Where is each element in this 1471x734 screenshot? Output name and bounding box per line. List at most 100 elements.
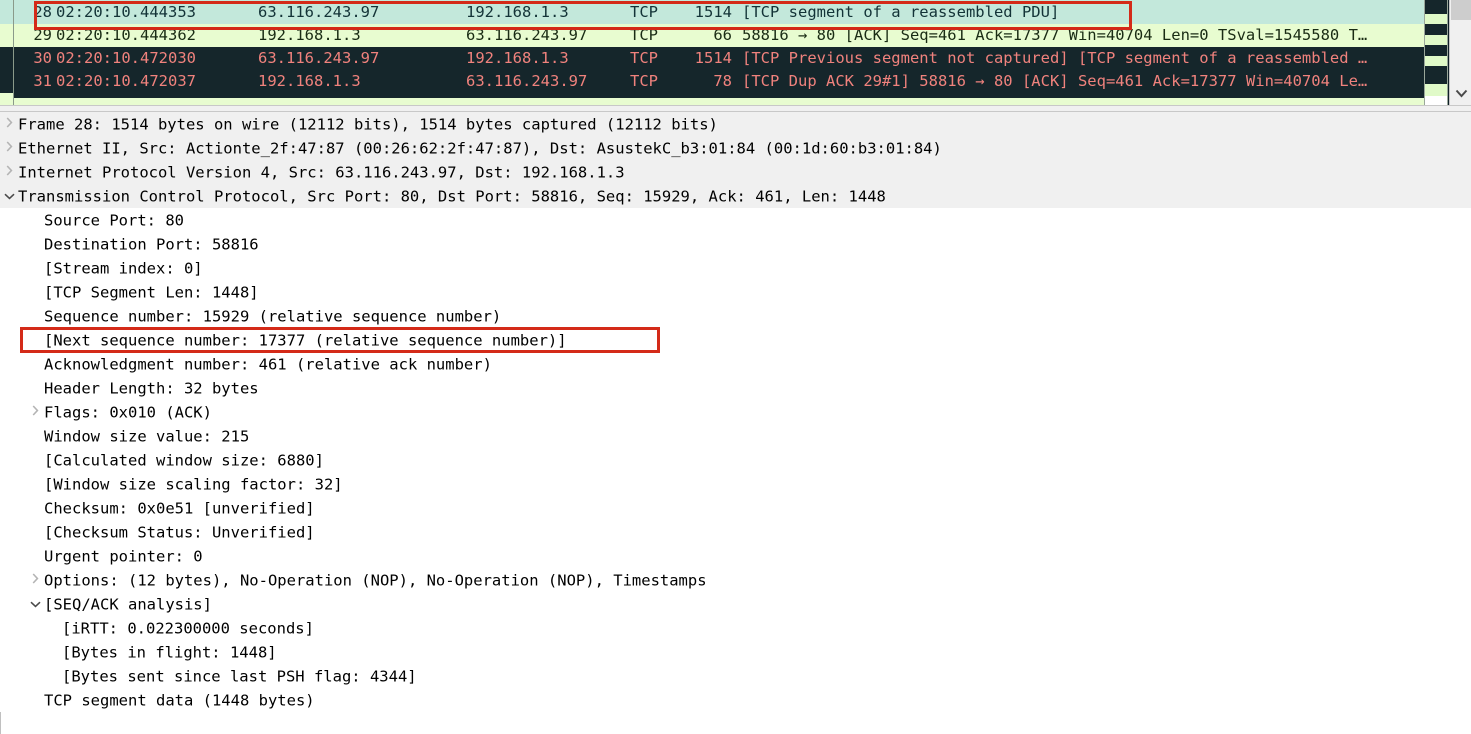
packet-details-tree[interactable]: Frame 28: 1514 bytes on wire (12112 bits…	[0, 112, 1471, 712]
packet-source: 63.116.243.97	[258, 49, 380, 67]
minimap-segment	[1425, 24, 1447, 35]
chevron-right-icon[interactable]	[26, 569, 44, 593]
scrollbar-thumb[interactable]	[1451, 0, 1471, 20]
detail-row-label: Sequence number: 15929 (relative sequenc…	[44, 307, 502, 326]
packet-time: 02:20:10.444353	[56, 3, 196, 21]
detail-tree-row[interactable]: Frame 28: 1514 bytes on wire (12112 bits…	[0, 112, 1471, 136]
packet-protocol: TCP	[630, 26, 658, 44]
detail-tree-row[interactable]: [iRTT: 0.022300000 seconds]	[0, 616, 1471, 640]
detail-row-label: Urgent pointer: 0	[44, 547, 203, 566]
detail-row-label: [Window size scaling factor: 32]	[44, 475, 343, 494]
wireshark-window: 28 02:20:10.444353 63.116.243.97 192.168.1.…	[0, 0, 1471, 734]
detail-tree-row[interactable]: [Window size scaling factor: 32]	[0, 472, 1471, 496]
detail-row-label: Checksum: 0x0e51 [unverified]	[44, 499, 315, 518]
packet-source: 192.168.1.3	[258, 72, 361, 90]
intelligent-scrollbar-minimap[interactable]	[1424, 0, 1448, 105]
detail-tree-row[interactable]: Destination Port: 58816	[0, 232, 1471, 256]
detail-row-label: Options: (12 bytes), No-Operation (NOP),…	[44, 571, 707, 590]
chevron-right-icon[interactable]	[0, 113, 18, 137]
detail-row-label: Window size value: 215	[44, 427, 250, 446]
detail-row-label: Transmission Control Protocol, Src Port:…	[18, 187, 886, 206]
packet-list-gridline	[13, 0, 14, 105]
packet-length: 1514	[694, 3, 732, 21]
detail-row-label: [Calculated window size: 6880]	[44, 451, 324, 470]
detail-row-label: Ethernet II, Src: Actionte_2f:47:87 (00:…	[18, 139, 942, 158]
detail-row-label: Frame 28: 1514 bytes on wire (12112 bits…	[18, 115, 718, 134]
detail-row-label: Source Port: 80	[44, 211, 184, 230]
packet-destination: 192.168.1.3	[466, 3, 569, 21]
pane-divider[interactable]	[0, 105, 1471, 112]
detail-row-label: [SEQ/ACK analysis]	[44, 595, 212, 614]
detail-tree-row[interactable]: Urgent pointer: 0	[0, 544, 1471, 568]
detail-tree-row[interactable]: Ethernet II, Src: Actionte_2f:47:87 (00:…	[0, 136, 1471, 160]
packet-list-rows[interactable]: 28 02:20:10.444353 63.116.243.97 192.168.1.…	[0, 0, 1424, 107]
detail-row-label: [Bytes sent since last PSH flag: 4344]	[62, 667, 417, 686]
packet-info: 58816 → 80 [ACK] Seq=461 Ack=17377 Win=4…	[742, 26, 1368, 44]
detail-tree-row[interactable]: [SEQ/ACK analysis]	[0, 592, 1471, 616]
detail-row-label: Flags: 0x010 (ACK)	[44, 403, 212, 422]
detail-row-label: [Next sequence number: 17377 (relative s…	[44, 331, 567, 350]
packet-protocol: TCP	[630, 3, 658, 21]
detail-tree-row[interactable]: [Bytes in flight: 1448]	[0, 640, 1471, 664]
detail-row-label: [Checksum Status: Unverified]	[44, 523, 315, 542]
packet-list-vertical-scrollbar[interactable]	[1449, 0, 1471, 105]
detail-tree-row[interactable]: Options: (12 bytes), No-Operation (NOP),…	[0, 568, 1471, 592]
packet-list-row[interactable]: 28 02:20:10.444353 63.116.243.97 192.168.1.…	[0, 0, 1424, 24]
packet-destination: 63.116.243.97	[466, 72, 588, 90]
detail-row-label: Header Length: 32 bytes	[44, 379, 259, 398]
chevron-down-icon[interactable]	[26, 593, 44, 617]
detail-tree-row[interactable]: Checksum: 0x0e51 [unverified]	[0, 496, 1471, 520]
detail-tree-row[interactable]: Sequence number: 15929 (relative sequenc…	[0, 304, 1471, 328]
packet-length: 78	[713, 72, 732, 90]
detail-tree-row[interactable]: [Stream index: 0]	[0, 256, 1471, 280]
chevron-right-icon[interactable]	[26, 401, 44, 425]
detail-tree-row[interactable]: [Next sequence number: 17377 (relative s…	[0, 328, 1471, 352]
detail-row-label: Destination Port: 58816	[44, 235, 259, 254]
detail-row-label: [TCP Segment Len: 1448]	[44, 283, 259, 302]
detail-tree-row[interactable]: Acknowledgment number: 461 (relative ack…	[0, 352, 1471, 376]
detail-tree-row[interactable]: [Bytes sent since last PSH flag: 4344]	[0, 664, 1471, 688]
minimap-segment	[1425, 14, 1447, 24]
packet-protocol: TCP	[630, 49, 658, 67]
packet-info: [TCP segment of a reassembled PDU]	[742, 3, 1060, 21]
packet-length: 1514	[694, 49, 732, 67]
detail-tree-row[interactable]: [Checksum Status: Unverified]	[0, 520, 1471, 544]
detail-tree-row[interactable]: [Calculated window size: 6880]	[0, 448, 1471, 472]
minimap-segment	[1425, 35, 1447, 45]
chevron-right-icon[interactable]	[0, 137, 18, 161]
minimap-segment	[1425, 66, 1447, 84]
packet-list-left-margin	[0, 0, 13, 105]
packet-time: 02:20:10.472030	[56, 49, 196, 67]
packet-list-row[interactable]: 30 02:20:10.472030 63.116.243.97 192.168.1.…	[0, 47, 1424, 70]
packet-time: 02:20:10.444362	[56, 26, 196, 44]
chevron-down-icon[interactable]	[0, 185, 18, 209]
detail-tree-row[interactable]: Source Port: 80	[0, 208, 1471, 232]
detail-tree-row[interactable]: Transmission Control Protocol, Src Port:…	[0, 184, 1471, 208]
minimap-segment	[1425, 84, 1447, 96]
packet-list-row[interactable]: 31 02:20:10.472037 192.168.1.3 63.116.243.9…	[0, 70, 1424, 93]
detail-tree-row[interactable]: TCP segment data (1448 bytes)	[0, 688, 1471, 712]
detail-tree-row[interactable]: [TCP Segment Len: 1448]	[0, 280, 1471, 304]
packet-destination: 63.116.243.97	[466, 26, 588, 44]
packet-length: 66	[713, 26, 732, 44]
detail-row-label: [Stream index: 0]	[44, 259, 203, 278]
packet-details-pane[interactable]: Frame 28: 1514 bytes on wire (12112 bits…	[0, 112, 1471, 734]
detail-row-label: Internet Protocol Version 4, Src: 63.116…	[18, 163, 625, 182]
chevron-down-icon[interactable]	[1450, 83, 1471, 103]
detail-tree-row[interactable]: Header Length: 32 bytes	[0, 376, 1471, 400]
detail-row-label: [iRTT: 0.022300000 seconds]	[62, 619, 314, 638]
minimap-segment	[1425, 56, 1447, 66]
packet-destination: 192.168.1.3	[466, 49, 569, 67]
packet-source: 192.168.1.3	[258, 26, 361, 44]
detail-row-label: TCP segment data (1448 bytes)	[44, 691, 315, 710]
packet-list-row[interactable]: 29 02:20:10.444362 192.168.1.3 63.116.243.9…	[0, 24, 1424, 47]
minimap-segment	[1425, 45, 1447, 56]
packet-info: [TCP Dup ACK 29#1] 58816 → 80 [ACK] Seq=…	[742, 72, 1368, 90]
packet-list-pane[interactable]: 28 02:20:10.444353 63.116.243.97 192.168.1.…	[0, 0, 1471, 107]
detail-tree-row[interactable]: Window size value: 215	[0, 424, 1471, 448]
minimap-segment	[1425, 96, 1447, 105]
detail-tree-row[interactable]: Flags: 0x010 (ACK)	[0, 400, 1471, 424]
detail-tree-row[interactable]: Internet Protocol Version 4, Src: 63.116…	[0, 160, 1471, 184]
packet-info: [TCP Previous segment not captured] [TCP…	[742, 49, 1368, 67]
chevron-right-icon[interactable]	[0, 161, 18, 185]
